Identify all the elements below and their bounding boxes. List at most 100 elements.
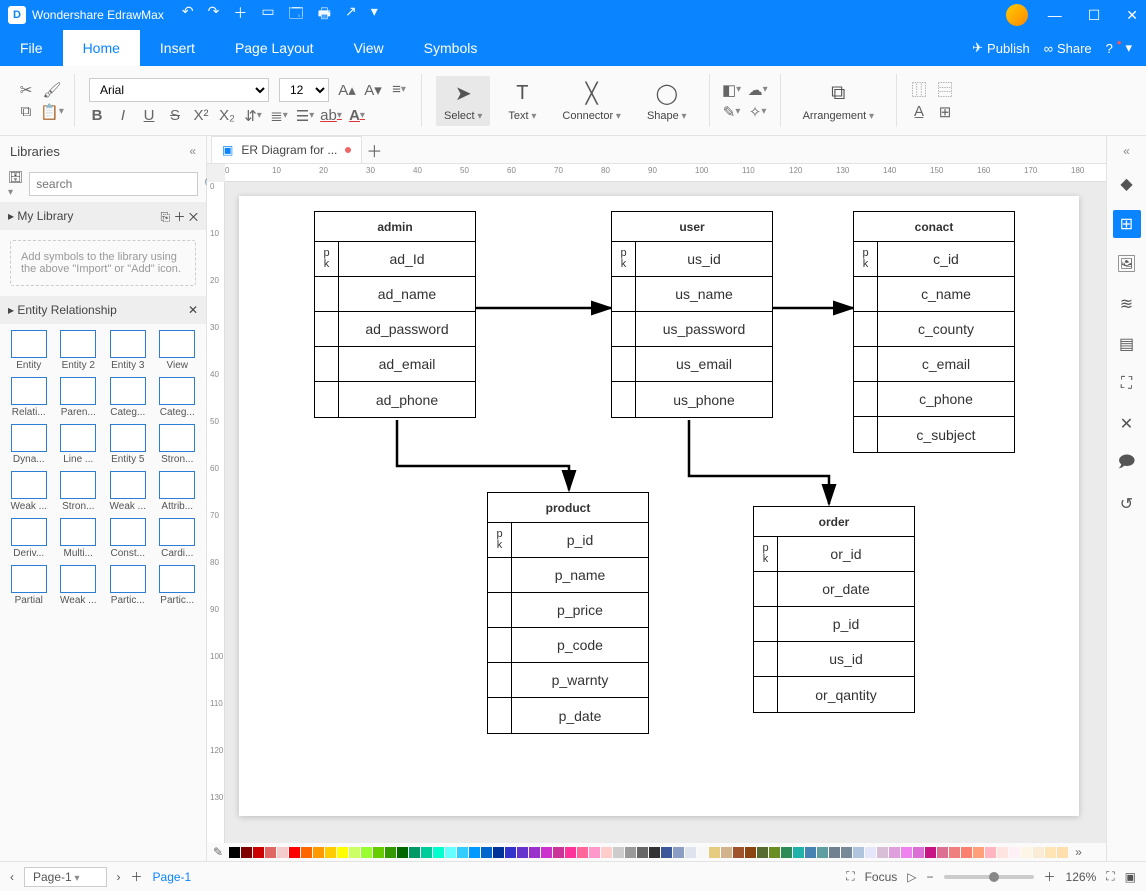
close-button[interactable]: ✕ [1126, 7, 1138, 24]
prev-page-icon[interactable]: ‹ [10, 870, 14, 884]
new-button[interactable]: ＋ [233, 3, 247, 27]
color-swatch[interactable] [253, 847, 264, 858]
shape-item[interactable]: Partic... [155, 565, 201, 606]
minimize-button[interactable]: — [1048, 7, 1062, 24]
color-swatch[interactable] [469, 847, 480, 858]
fullscreen-icon[interactable]: ▣ [1125, 870, 1136, 884]
help-button[interactable]: ?• ▾ [1106, 40, 1132, 56]
color-swatch[interactable] [745, 847, 756, 858]
color-swatch[interactable] [301, 847, 312, 858]
font-size-select[interactable]: 12 [279, 78, 329, 102]
color-swatch[interactable] [493, 847, 504, 858]
undo-button[interactable]: ↶ [182, 3, 194, 27]
add-document-button[interactable]: ＋ [362, 138, 386, 162]
color-swatch[interactable] [601, 847, 612, 858]
color-swatch[interactable] [973, 847, 984, 858]
focus-icon[interactable]: ⛶ [846, 869, 854, 884]
shape-item[interactable]: Const... [105, 518, 151, 559]
entity-admin[interactable]: adminpkad_Idad_namead_passwordad_emailad… [314, 211, 476, 418]
color-swatch[interactable] [505, 847, 516, 858]
user-avatar[interactable] [1006, 4, 1028, 26]
shape-item[interactable]: Stron... [56, 471, 102, 512]
page-link[interactable]: Page-1 [153, 870, 192, 884]
color-swatch[interactable] [577, 847, 588, 858]
color-swatch[interactable] [457, 847, 468, 858]
color-swatch[interactable] [373, 847, 384, 858]
entity-conact[interactable]: conactpkc_idc_namec_countyc_emailc_phone… [853, 211, 1015, 453]
shadow-icon[interactable]: ☁ [750, 82, 766, 98]
apps-icon[interactable]: ⊞ [1113, 210, 1141, 238]
print-button[interactable]: 🖶 [318, 3, 331, 27]
underline-icon[interactable]: U [141, 108, 157, 124]
color-swatch[interactable] [661, 847, 672, 858]
zoom-out-icon[interactable]: − [927, 870, 934, 884]
color-swatch[interactable] [817, 847, 828, 858]
select-tool-button[interactable]: ➤Select [436, 76, 490, 126]
color-swatch[interactable] [589, 847, 600, 858]
color-swatch[interactable] [961, 847, 972, 858]
increase-font-icon[interactable]: A▴ [339, 82, 355, 98]
bullets-icon[interactable]: ≣ [271, 108, 287, 124]
color-swatch[interactable] [625, 847, 636, 858]
color-swatch[interactable] [829, 847, 840, 858]
color-swatch[interactable] [913, 847, 924, 858]
cut-icon[interactable]: ✂ [18, 82, 34, 98]
color-swatch[interactable] [1045, 847, 1056, 858]
palette-more-icon[interactable]: » [1075, 845, 1082, 859]
page[interactable]: adminpkad_Idad_namead_passwordad_emailad… [239, 196, 1079, 816]
color-swatch[interactable] [433, 847, 444, 858]
color-swatch[interactable] [313, 847, 324, 858]
fit-page-icon[interactable]: ⛶ [1106, 869, 1114, 884]
library-search-input[interactable] [29, 172, 198, 196]
shape-item[interactable]: Entity 3 [105, 330, 151, 371]
shape-item[interactable]: Multi... [56, 518, 102, 559]
color-swatch[interactable] [733, 847, 744, 858]
add-icon[interactable]: ＋ [173, 210, 185, 224]
tab-view[interactable]: View [334, 30, 404, 66]
format-painter-icon[interactable]: 🖌 [44, 82, 60, 98]
color-swatch[interactable] [709, 847, 720, 858]
shape-item[interactable]: Entity 2 [56, 330, 102, 371]
zoom-in-icon[interactable]: ＋ [1044, 868, 1056, 885]
entity-order[interactable]: orderpkor_idor_datep_idus_idor_qantity [753, 506, 915, 713]
shape-item[interactable]: View [155, 330, 201, 371]
size-icon[interactable]: ⛶ [1113, 370, 1141, 398]
color-swatch[interactable] [1009, 847, 1020, 858]
shape-item[interactable]: Line ... [56, 424, 102, 465]
font-color-icon[interactable]: A [349, 108, 365, 124]
redo-button[interactable]: ↷ [208, 3, 220, 27]
text-align-icon[interactable]: ≡ [391, 82, 407, 98]
document-tab[interactable]: ▣ ER Diagram for ... [211, 136, 362, 163]
presentation-icon[interactable]: ▷ [907, 870, 916, 884]
color-swatch[interactable] [769, 847, 780, 858]
tab-file[interactable]: File [0, 30, 63, 66]
zoom-slider[interactable] [944, 875, 1034, 879]
color-swatch[interactable] [637, 847, 648, 858]
bold-icon[interactable]: B [89, 108, 105, 124]
color-swatch[interactable] [781, 847, 792, 858]
connector-tool-button[interactable]: ╳Connector [554, 76, 629, 126]
tab-insert[interactable]: Insert [140, 30, 215, 66]
color-swatch[interactable] [757, 847, 768, 858]
color-swatch[interactable] [949, 847, 960, 858]
color-swatch[interactable] [541, 847, 552, 858]
fill-color-icon[interactable]: ◧ [724, 82, 740, 98]
color-swatch[interactable] [553, 847, 564, 858]
color-swatch[interactable] [937, 847, 948, 858]
add-page-icon[interactable]: ＋ [131, 868, 143, 885]
color-swatch[interactable] [985, 847, 996, 858]
color-swatch[interactable] [997, 847, 1008, 858]
entity-user[interactable]: userpkus_idus_nameus_passwordus_emailus_… [611, 211, 773, 418]
random-icon[interactable]: ✕ [1113, 410, 1141, 438]
layers-icon[interactable]: ≋ [1113, 290, 1141, 318]
arrangement-button[interactable]: ⧉Arrangement [795, 76, 882, 126]
color-swatch[interactable] [397, 847, 408, 858]
page-setup-icon[interactable]: ▤ [1113, 330, 1141, 358]
shape-item[interactable]: Weak ... [6, 471, 52, 512]
shape-item[interactable]: Partial [6, 565, 52, 606]
italic-icon[interactable]: I [115, 108, 131, 124]
shape-item[interactable]: Entity [6, 330, 52, 371]
eyedropper-icon[interactable]: ✎ [213, 845, 223, 859]
text-tool-button[interactable]: TText [500, 76, 544, 126]
color-swatch[interactable] [793, 847, 804, 858]
